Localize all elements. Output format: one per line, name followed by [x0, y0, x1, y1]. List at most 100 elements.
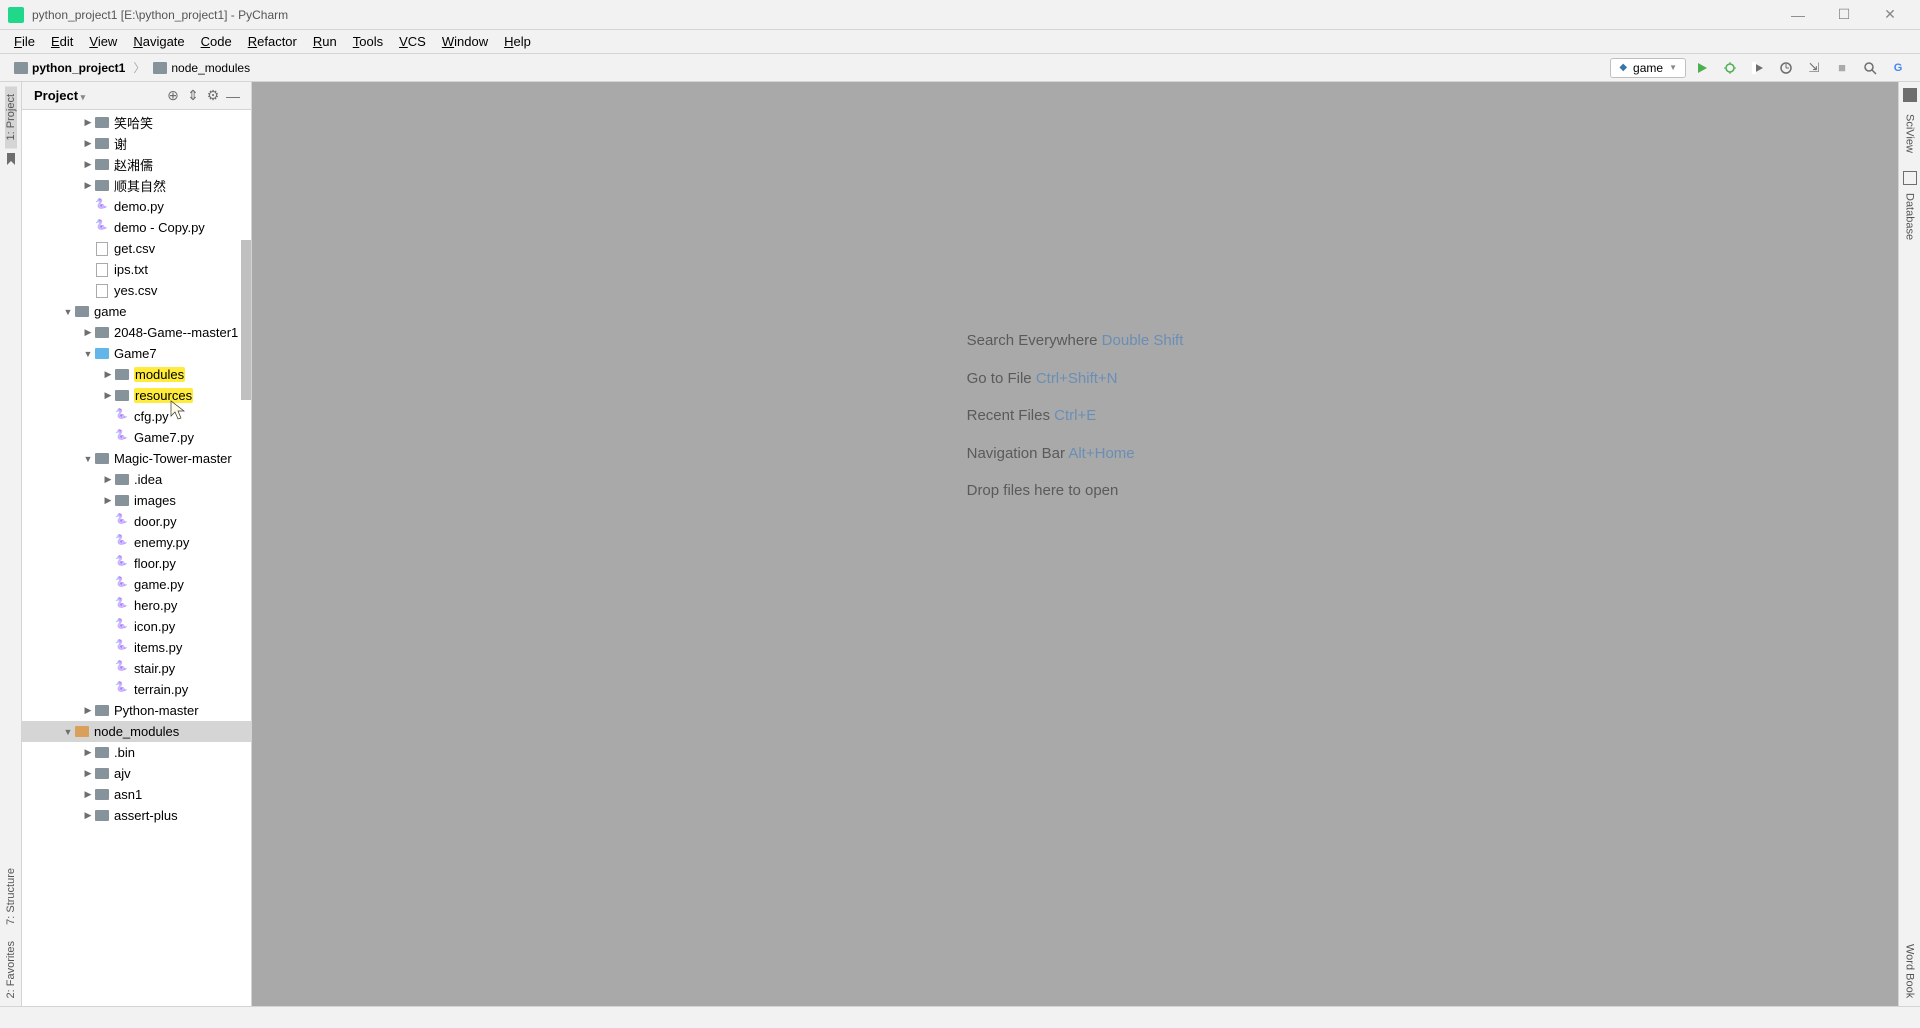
- collapse-button[interactable]: ⇕: [183, 86, 203, 106]
- rail-favorites[interactable]: 2: Favorites: [5, 933, 17, 1006]
- hide-button[interactable]: —: [223, 86, 243, 106]
- expand-arrow-icon[interactable]: ▶: [82, 159, 94, 170]
- menu-help[interactable]: Help: [496, 32, 539, 51]
- tree-label: ajv: [114, 766, 131, 781]
- sciview-icon[interactable]: [1903, 88, 1917, 102]
- expand-arrow-icon[interactable]: ▼: [62, 727, 74, 737]
- tree-row[interactable]: ▶game.py: [22, 574, 251, 595]
- menu-file[interactable]: File: [6, 32, 43, 51]
- menu-refactor[interactable]: Refactor: [240, 32, 305, 51]
- tree-row[interactable]: ▶ ajv: [22, 763, 251, 784]
- search-button[interactable]: [1858, 56, 1882, 80]
- tree-row[interactable]: ▶.idea: [22, 469, 251, 490]
- expand-arrow-icon[interactable]: ▼: [82, 454, 94, 464]
- tree-row[interactable]: ▶enemy.py: [22, 532, 251, 553]
- expand-arrow-icon[interactable]: ▶: [102, 390, 114, 401]
- tree-row[interactable]: ▼ Game7: [22, 343, 251, 364]
- breadcrumb-item[interactable]: python_project1: [10, 59, 129, 77]
- run-config-name: game: [1633, 61, 1663, 75]
- editor-area[interactable]: Search Everywhere Double ShiftGo to File…: [252, 82, 1898, 1006]
- menu-edit[interactable]: Edit: [43, 32, 81, 51]
- tree-row[interactable]: ▶get.csv: [22, 238, 251, 259]
- tree-row[interactable]: ▶icon.py: [22, 616, 251, 637]
- rail-structure[interactable]: 7: Structure: [5, 860, 17, 933]
- minimize-button[interactable]: —: [1776, 1, 1820, 29]
- maximize-button[interactable]: ☐: [1822, 1, 1866, 29]
- menu-vcs[interactable]: VCS: [391, 32, 434, 51]
- project-tree[interactable]: ▶笑哈笑▶谢▶赵湘儒▶顺其自然▶demo.py▶demo - Copy.py▶g…: [22, 110, 251, 1006]
- tree-row[interactable]: ▶stair.py: [22, 658, 251, 679]
- locate-button[interactable]: ⊕: [163, 86, 183, 106]
- expand-arrow-icon[interactable]: ▼: [82, 349, 94, 359]
- stop-button[interactable]: ■: [1830, 56, 1854, 80]
- bookmark-icon[interactable]: [4, 152, 18, 166]
- scrollbar-thumb[interactable]: [241, 240, 251, 400]
- tree-row[interactable]: ▶terrain.py: [22, 679, 251, 700]
- settings-button[interactable]: ⚙: [203, 86, 223, 106]
- tree-row[interactable]: ▶Game7.py: [22, 427, 251, 448]
- menu-tools[interactable]: Tools: [345, 32, 391, 51]
- expand-arrow-icon[interactable]: ▶: [102, 495, 114, 506]
- tree-row[interactable]: ▶2048-Game--master1: [22, 322, 251, 343]
- run-config-selector[interactable]: ◆ game ▼: [1610, 58, 1686, 78]
- expand-arrow-icon[interactable]: ▼: [62, 307, 74, 317]
- tree-row[interactable]: ▶hero.py: [22, 595, 251, 616]
- expand-arrow-icon[interactable]: ▶: [102, 474, 114, 485]
- rail-wordbook[interactable]: Word Book: [1904, 936, 1916, 1006]
- tree-row[interactable]: ▼node_modules: [22, 721, 251, 742]
- tree-row[interactable]: ▶赵湘儒: [22, 154, 251, 175]
- tree-row[interactable]: ▶images: [22, 490, 251, 511]
- database-icon[interactable]: [1903, 171, 1917, 185]
- tree-row[interactable]: ▶.bin: [22, 742, 251, 763]
- tree-label: terrain.py: [134, 682, 188, 697]
- menu-window[interactable]: Window: [434, 32, 496, 51]
- menu-code[interactable]: Code: [193, 32, 240, 51]
- rail-project[interactable]: 1: Project: [5, 86, 17, 148]
- folder-open-icon: [74, 305, 90, 319]
- menu-view[interactable]: View: [81, 32, 125, 51]
- expand-arrow-icon[interactable]: ▶: [82, 705, 94, 716]
- expand-arrow-icon[interactable]: ▶: [82, 810, 94, 821]
- rail-sciview[interactable]: SciView: [1904, 106, 1916, 161]
- debug-button[interactable]: [1718, 56, 1742, 80]
- expand-arrow-icon[interactable]: ▶: [82, 789, 94, 800]
- attach-button[interactable]: ⇲: [1802, 56, 1826, 80]
- tree-row[interactable]: ▼game: [22, 301, 251, 322]
- menu-navigate[interactable]: Navigate: [125, 32, 192, 51]
- expand-arrow-icon[interactable]: ▶: [82, 768, 94, 779]
- close-button[interactable]: ✕: [1868, 1, 1912, 29]
- tree-row[interactable]: ▼Magic-Tower-master: [22, 448, 251, 469]
- tree-row[interactable]: ▶items.py: [22, 637, 251, 658]
- translate-button[interactable]: G: [1886, 56, 1910, 80]
- tree-row[interactable]: ▶Python-master: [22, 700, 251, 721]
- tree-row[interactable]: ▶cfg.py: [22, 406, 251, 427]
- tree-row[interactable]: ▶顺其自然: [22, 175, 251, 196]
- rail-database[interactable]: Database: [1904, 185, 1916, 248]
- run-button[interactable]: [1690, 56, 1714, 80]
- tree-row[interactable]: ▶yes.csv: [22, 280, 251, 301]
- welcome-hints: Search Everywhere Double ShiftGo to File…: [967, 322, 1184, 510]
- tree-row[interactable]: ▶谢: [22, 133, 251, 154]
- tree-row[interactable]: ▶demo.py: [22, 196, 251, 217]
- tree-row[interactable]: ▶asn1: [22, 784, 251, 805]
- profile-button[interactable]: [1774, 56, 1798, 80]
- tree-row[interactable]: ▶demo - Copy.py: [22, 217, 251, 238]
- tree-row[interactable]: ▶modules: [22, 364, 251, 385]
- expand-arrow-icon[interactable]: ▶: [82, 180, 94, 191]
- expand-arrow-icon[interactable]: ▶: [102, 369, 114, 380]
- project-panel-title[interactable]: Project: [30, 88, 89, 103]
- expand-arrow-icon[interactable]: ▶: [82, 327, 94, 338]
- expand-arrow-icon[interactable]: ▶: [82, 747, 94, 758]
- tree-row[interactable]: ▶ips.txt: [22, 259, 251, 280]
- tree-row[interactable]: ▶笑哈笑: [22, 112, 251, 133]
- expand-arrow-icon[interactable]: ▶: [82, 117, 94, 128]
- coverage-button[interactable]: [1746, 56, 1770, 80]
- tree-row[interactable]: ▶assert-plus: [22, 805, 251, 826]
- tree-label: Game7: [114, 346, 157, 361]
- menu-run[interactable]: Run: [305, 32, 345, 51]
- breadcrumb-item[interactable]: node_modules: [149, 59, 254, 77]
- tree-row[interactable]: ▶door.py: [22, 511, 251, 532]
- tree-row[interactable]: ▶floor.py: [22, 553, 251, 574]
- expand-arrow-icon[interactable]: ▶: [82, 138, 94, 149]
- tree-row[interactable]: ▶resources: [22, 385, 251, 406]
